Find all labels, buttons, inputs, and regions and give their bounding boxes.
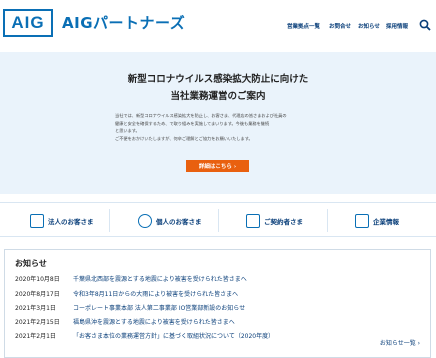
category-label: 企業情報 xyxy=(373,217,399,226)
news-date: 2021年3月1日 xyxy=(15,305,56,312)
news-heading: お知らせ xyxy=(15,259,47,268)
hero-body-line: ご不便をおかけいたしますが、何卒ご理解とご協力をお願いいたします。 xyxy=(115,135,253,141)
category-company[interactable]: 企業情報 xyxy=(355,203,430,238)
hero-title-line1: 新型コロナウイルス感染拡大防止に向けた xyxy=(127,74,309,85)
nav-news[interactable]: お知らせ xyxy=(358,22,380,30)
hero-body-line: 当社では、新型コロナウイルス感染拡大を防止し、お客さま、代理店の皆さまおよび社員… xyxy=(115,113,287,118)
category-policyholder[interactable]: ご契約者さま xyxy=(246,203,321,238)
person-icon xyxy=(138,213,152,228)
building-icon xyxy=(30,213,44,228)
news-item[interactable]: 2021年2月15日 福島県沖を震源とする地震により被害を受けられた皆さまへ xyxy=(15,317,235,326)
nav-link-news[interactable]: お知らせ xyxy=(358,22,380,30)
news-date: 2021年2月15日 xyxy=(15,319,60,326)
news-panel: お知らせ 2020年10月8日 千葉県北西部を震源とする地震により被害を受けられ… xyxy=(4,249,431,358)
category-label: ご契約者さま xyxy=(264,217,303,226)
news-link[interactable]: 令和3年8月11日からの大雨により被害を受けられた皆さまへ xyxy=(73,289,238,298)
category-individual[interactable]: 個人のお客さま xyxy=(138,203,213,238)
news-item[interactable]: 2020年8月17日 令和3年8月11日からの大雨により被害を受けられた皆さまへ xyxy=(15,289,238,298)
details-button[interactable]: 詳細はこちら › xyxy=(186,160,249,172)
logo-text: AIG xyxy=(11,13,45,32)
search-icon[interactable] xyxy=(419,19,431,31)
hero-body-line: と思います。 xyxy=(115,128,140,134)
news-link[interactable]: 千葉県北西部を震源とする地震により被害を受けられた皆さまへ xyxy=(73,274,247,283)
nav-link-contact[interactable]: お問合せ xyxy=(329,22,351,30)
news-link[interactable]: コーポレート事業本部 法人第二事業部 IO営業部新設のお知らせ xyxy=(73,303,245,312)
aig-logo[interactable]: AIG xyxy=(3,9,53,37)
category-label: 個人のお客さま xyxy=(156,217,202,226)
notice-hero: 新型コロナウイルス感染拡大防止に向けた 当社業務運営のご案内 当社では、新型コロ… xyxy=(0,52,436,194)
brand-name[interactable]: AIGパートナーズ xyxy=(62,12,185,33)
nav-link-offices[interactable]: 営業拠点一覧 xyxy=(287,22,320,30)
hero-body: 当社では、新型コロナウイルス感染拡大を防止し、お客さま、代理店の皆さまおよび社員… xyxy=(115,112,325,142)
news-date: 2021年2月1日 xyxy=(15,333,56,340)
nav-offices[interactable]: 営業拠点一覧 xyxy=(287,22,320,30)
nav-recruit[interactable]: 採用情報 xyxy=(386,22,408,30)
news-date: 2020年8月17日 xyxy=(15,291,60,298)
hero-body-line: 健康と安全を確保するため、で取り組みを実施してまいります。今後も業務を継続 xyxy=(115,120,270,126)
news-item[interactable]: 2021年2月1日 「お客さま本位の業務運営方針」に基づく取組状況について（20… xyxy=(15,331,274,340)
category-label: 法人のお客さま xyxy=(48,217,94,226)
news-item[interactable]: 2020年10月8日 千葉県北西部を震源とする地震により被害を受けられた皆さまへ xyxy=(15,274,247,283)
category-corporate[interactable]: 法人のお客さま xyxy=(30,203,105,238)
category-bar: 法人のお客さま 個人のお客さま ご契約者さま 企業情報 xyxy=(0,202,436,237)
hero-title-line2: 当社業務運営のご案内 xyxy=(170,91,266,102)
divider xyxy=(109,209,110,232)
news-item[interactable]: 2021年3月1日 コーポレート事業本部 法人第二事業部 IO営業部新設のお知ら… xyxy=(15,303,245,312)
news-list-link[interactable]: お知らせ一覧 › xyxy=(380,338,420,347)
divider xyxy=(218,209,219,232)
company-icon xyxy=(355,213,369,228)
nav-contact[interactable]: お問合せ xyxy=(329,22,351,30)
divider xyxy=(327,209,328,232)
nav-link-recruit[interactable]: 採用情報 xyxy=(386,22,408,30)
news-date: 2020年10月8日 xyxy=(15,276,60,283)
news-link[interactable]: 福島県沖を震源とする地震により被害を受けられた皆さまへ xyxy=(73,317,235,326)
news-link[interactable]: 「お客さま本位の業務運営方針」に基づく取組状況について（2020年度） xyxy=(73,331,274,340)
site-header: AIG AIGパートナーズ 営業拠点一覧 お問合せ お知らせ 採用情報 xyxy=(0,0,436,52)
contract-icon xyxy=(246,213,260,228)
